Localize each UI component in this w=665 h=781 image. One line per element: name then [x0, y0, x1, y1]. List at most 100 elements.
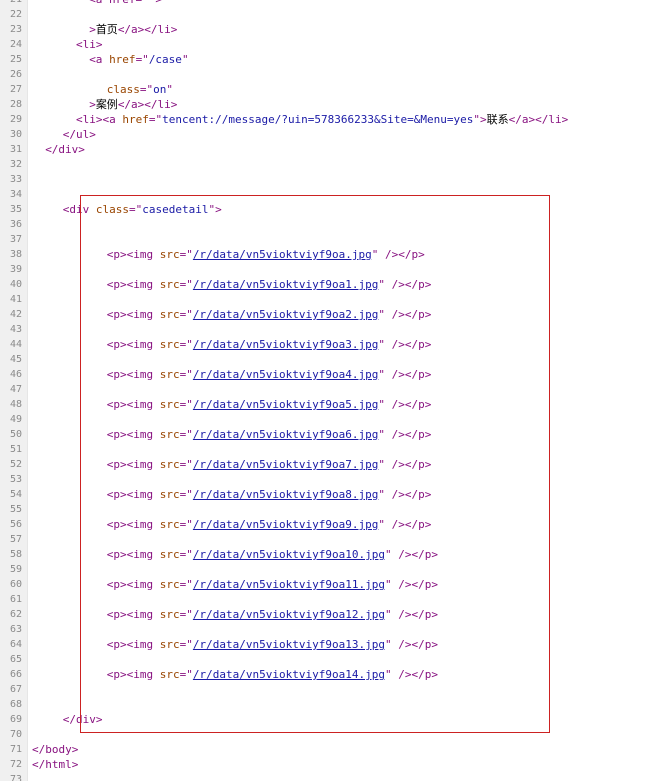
line-number: 67	[9, 684, 22, 695]
code-line: 48 <p><img src="/r/data/vn5vioktviyf9oa5.…	[0, 397, 665, 412]
code-tag-token: " /></p>	[378, 518, 432, 531]
code-line: 35 <div class="casedetail">	[0, 202, 665, 217]
code-tag-token: ="	[179, 548, 193, 561]
code-link[interactable]: /r/data/vn5vioktviyf9oa3.jpg	[193, 338, 378, 351]
code-line: 43	[0, 322, 665, 337]
code-link[interactable]: /r/data/vn5vioktviyf9oa5.jpg	[193, 398, 378, 411]
line-number: 34	[9, 189, 22, 200]
code-tag-token: </a></li>	[508, 113, 569, 126]
code-tag-token: ="	[179, 488, 193, 501]
code-attr-token: class	[95, 203, 130, 216]
line-number: 40	[9, 279, 22, 290]
code-tag-token: ="	[179, 248, 193, 261]
line-number: 58	[9, 549, 22, 560]
line-number: 36	[9, 219, 22, 230]
code-attr-token: src	[159, 458, 180, 471]
code-attr-token: src	[159, 278, 180, 291]
code-line: 60 <p><img src="/r/data/vn5vioktviyf9oa11…	[0, 577, 665, 592]
code-line: 51	[0, 442, 665, 457]
line-number: 65	[9, 654, 22, 665]
code-line: 50 <p><img src="/r/data/vn5vioktviyf9oa6.…	[0, 427, 665, 442]
code-link[interactable]: /r/data/vn5vioktviyf9oa.jpg	[193, 248, 372, 261]
line-number: 30	[9, 129, 22, 140]
code-line: 66 <p><img src="/r/data/vn5vioktviyf9oa14…	[0, 667, 665, 682]
code-link[interactable]: /r/data/vn5vioktviyf9oa6.jpg	[193, 428, 378, 441]
code-content: <p><img src="/r/data/vn5vioktviyf9oa1.jp…	[107, 277, 432, 292]
code-tag-token: <p><img	[106, 488, 160, 501]
code-tag-token: ="	[179, 398, 193, 411]
code-tag-token: ="	[179, 338, 193, 351]
code-line: 32	[0, 157, 665, 172]
code-link[interactable]: /r/data/vn5vioktviyf9oa1.jpg	[193, 278, 378, 291]
code-link[interactable]: /r/data/vn5vioktviyf9oa14.jpg	[193, 668, 385, 681]
code-line: 25 <a href="/case"	[0, 52, 665, 67]
code-line: 47	[0, 382, 665, 397]
code-attr-token: href	[122, 113, 149, 126]
line-number: 32	[9, 159, 22, 170]
code-line: 58 <p><img src="/r/data/vn5vioktviyf9oa10…	[0, 547, 665, 562]
code-text-token: 案例	[95, 98, 118, 111]
code-line: 52 <p><img src="/r/data/vn5vioktviyf9oa7.…	[0, 457, 665, 472]
line-number: 53	[9, 474, 22, 485]
code-link[interactable]: /r/data/vn5vioktviyf9oa13.jpg	[193, 638, 385, 651]
code-attr-token: src	[159, 428, 180, 441]
code-tag-token: ="	[129, 203, 143, 216]
line-number: 44	[9, 339, 22, 350]
code-content: <div class="casedetail">	[63, 202, 222, 217]
line-number: 22	[9, 9, 22, 20]
code-line: 54 <p><img src="/r/data/vn5vioktviyf9oa8.…	[0, 487, 665, 502]
line-number: 52	[9, 459, 22, 470]
line-number: 21	[0, 0, 22, 7]
code-attr-token: src	[159, 248, 180, 261]
code-attr-token: class	[106, 83, 140, 96]
line-number: 66	[9, 669, 22, 680]
code-tag-token: </body>	[32, 743, 79, 756]
line-number: 51	[9, 444, 22, 455]
line-number: 27	[9, 84, 22, 95]
code-attr-token: src	[159, 608, 180, 621]
line-number: 24	[9, 39, 22, 50]
line-number: 29	[9, 114, 22, 125]
code-value-token: tencent://message/?uin=578366233&Site=&M…	[162, 113, 474, 126]
code-content: <p><img src="/r/data/vn5vioktviyf9oa4.jp…	[107, 367, 432, 382]
code-value-token: /case	[148, 53, 182, 66]
line-number: 38	[9, 249, 22, 260]
line-number: 63	[9, 624, 22, 635]
code-content: <a href="">	[89, 0, 162, 7]
code-link[interactable]: /r/data/vn5vioktviyf9oa10.jpg	[193, 548, 385, 561]
code-content: <p><img src="/r/data/vn5vioktviyf9oa9.jp…	[107, 517, 432, 532]
code-line: 63	[0, 622, 665, 637]
code-link[interactable]: /r/data/vn5vioktviyf9oa12.jpg	[193, 608, 385, 621]
line-number: 37	[9, 234, 22, 245]
code-content: </div>	[63, 712, 103, 727]
code-link[interactable]: /r/data/vn5vioktviyf9oa9.jpg	[193, 518, 378, 531]
code-link[interactable]: /r/data/vn5vioktviyf9oa8.jpg	[193, 488, 378, 501]
line-number: 54	[9, 489, 22, 500]
code-link[interactable]: /r/data/vn5vioktviyf9oa7.jpg	[193, 458, 378, 471]
code-tag-token: ="	[179, 458, 193, 471]
code-text-token: 首页	[95, 23, 118, 36]
code-line: 45	[0, 352, 665, 367]
code-tag-token: "	[166, 83, 174, 96]
code-tag-token: ="	[179, 368, 193, 381]
code-link[interactable]: /r/data/vn5vioktviyf9oa11.jpg	[193, 578, 385, 591]
code-line: 69 </div>	[0, 712, 665, 727]
code-line: 21 <a href="">	[0, 0, 665, 7]
code-line: 36	[0, 217, 665, 232]
code-link[interactable]: /r/data/vn5vioktviyf9oa2.jpg	[193, 308, 378, 321]
code-content: <p><img src="/r/data/vn5vioktviyf9oa12.j…	[107, 607, 438, 622]
code-line: 55	[0, 502, 665, 517]
code-attr-token: src	[159, 548, 180, 561]
code-link[interactable]: /r/data/vn5vioktviyf9oa4.jpg	[193, 368, 378, 381]
code-line: 65	[0, 652, 665, 667]
code-line: 27 class="on"	[0, 82, 665, 97]
code-tag-token: " /></p>	[384, 668, 438, 681]
code-attr-token: src	[159, 518, 180, 531]
code-line: 53	[0, 472, 665, 487]
code-line: 68	[0, 697, 665, 712]
line-number: 69	[9, 714, 22, 725]
line-number: 42	[9, 309, 22, 320]
code-tag-token: </a></li>	[117, 98, 178, 111]
code-tag-token: " /></p>	[378, 308, 432, 321]
code-tag-token: ="	[179, 308, 193, 321]
